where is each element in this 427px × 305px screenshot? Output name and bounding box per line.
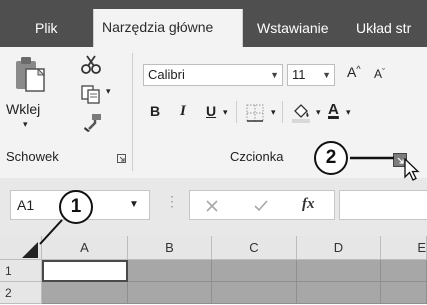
mouse-pointer-icon (404, 158, 420, 181)
callout-1: 1 (59, 190, 93, 224)
callout-lines (39, 156, 394, 245)
callout-2: 2 (314, 141, 348, 175)
